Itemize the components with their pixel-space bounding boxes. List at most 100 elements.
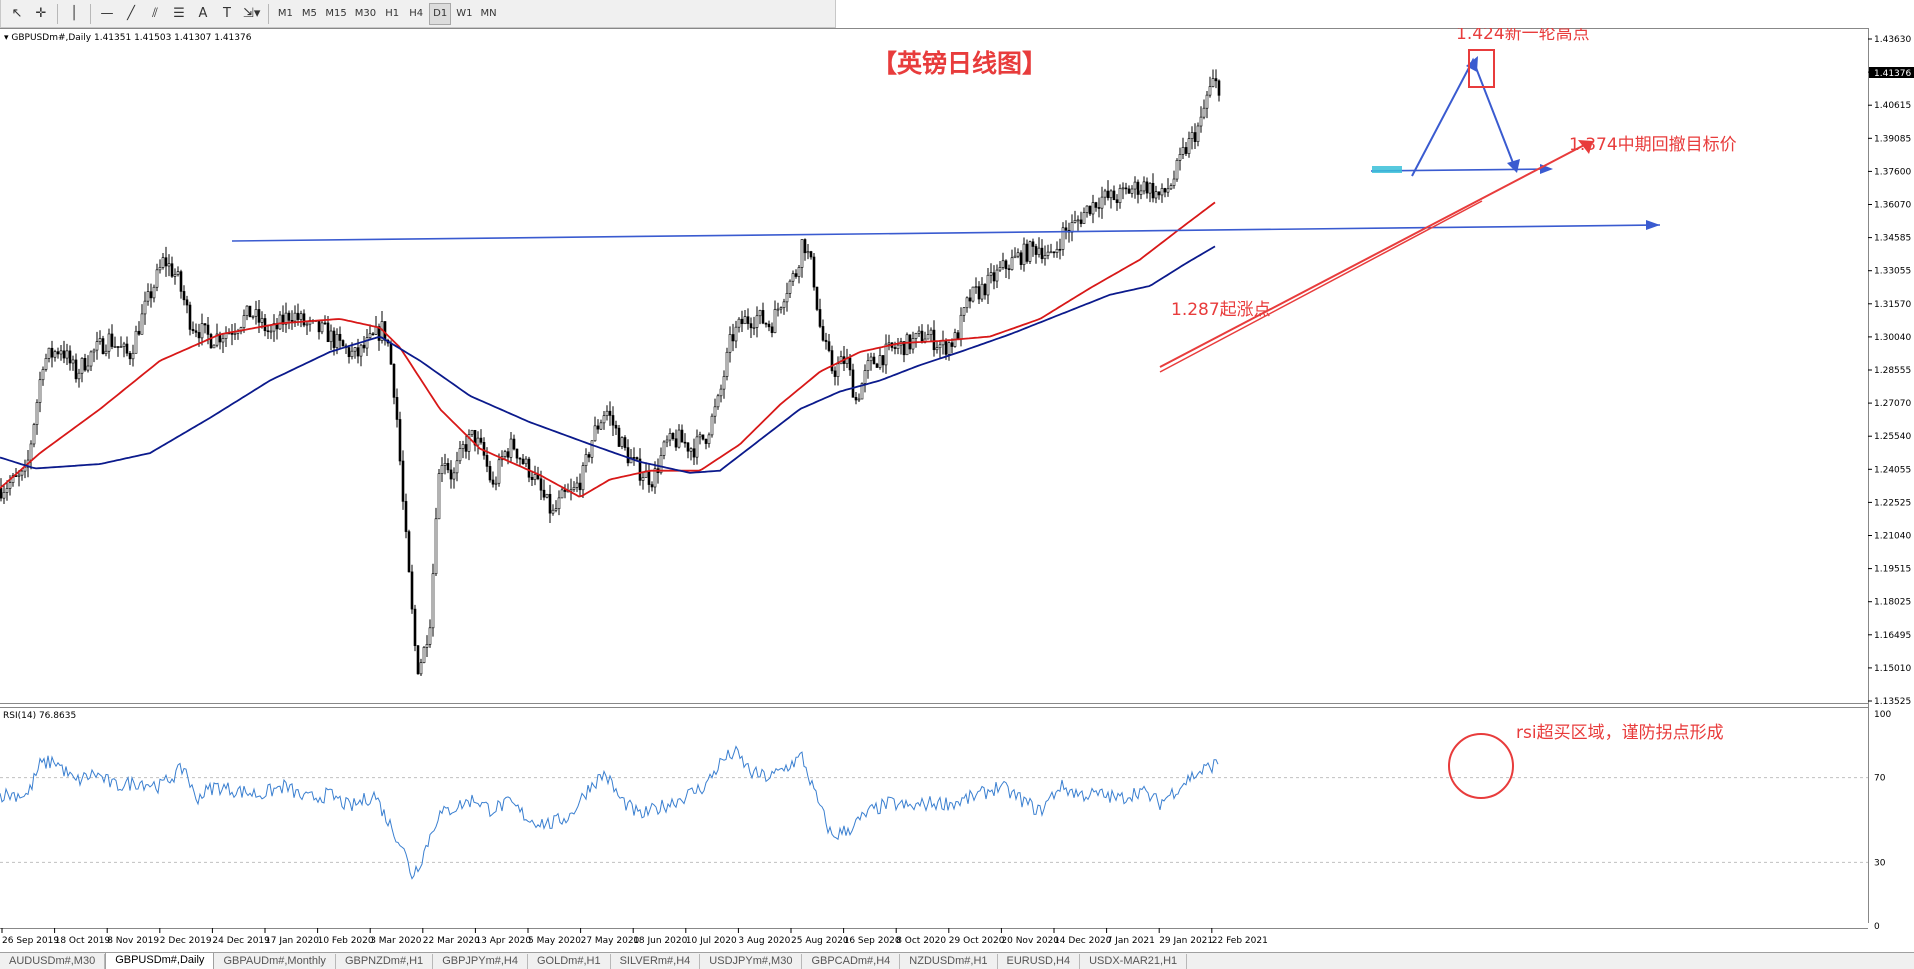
crosshair-icon[interactable]: ✛: [30, 3, 52, 25]
chart-tab[interactable]: GBPAUDm#,Monthly: [214, 954, 336, 969]
toolbar-separator: [268, 3, 270, 24]
time-tick-label: 18 Jun 2020: [633, 936, 687, 946]
timeframe-button-d1[interactable]: D1: [429, 2, 452, 25]
timeframe-button-m5[interactable]: M5: [298, 3, 320, 25]
channel-icon[interactable]: ⫽: [144, 3, 166, 25]
text-icon[interactable]: A: [192, 3, 214, 25]
candle: [416, 644, 420, 675]
drawing-toolbar: ↖ ✛ │ — ╱ ⫽ ☰ A T ⇲▾ M1 M5 M15 M30 H1 H4 D1 W1 MN: [0, 0, 836, 28]
chart-tab[interactable]: GBPNZDm#,H1: [336, 954, 434, 969]
time-tick-label: 22 Feb 2021: [1212, 936, 1268, 946]
consolidation-zone-box: [1372, 166, 1402, 173]
chart-tab[interactable]: AUDUSDm#,M30: [0, 954, 106, 969]
arrows-menu-icon[interactable]: ⇲▾: [240, 3, 263, 25]
time-tick-label: 7 Jan 2021: [1107, 936, 1155, 946]
chart-tab-bar: AUDUSDm#,M30 GBPUSDm#,Daily GBPAUDm#,Month…: [0, 952, 1914, 969]
chart-tab[interactable]: GOLDm#,H1: [528, 954, 611, 969]
time-tick-label: 2 Dec 2019: [160, 936, 212, 946]
time-tick-label: 8 Oct 2020: [896, 936, 946, 946]
price-tick-label: 1.13525: [1874, 697, 1911, 707]
time-tick-label: 18 Oct 2019: [55, 936, 111, 946]
time-tick-label: 10 Jul 2020: [686, 936, 737, 946]
timeframe-button-m15[interactable]: M15: [322, 3, 349, 25]
price-tick-label: 1.22525: [1874, 498, 1911, 508]
price-tick-label: 1.33055: [1874, 267, 1911, 277]
timeframe-button-w1[interactable]: W1: [453, 3, 475, 25]
rsi-label: RSI(14) 76.8635: [3, 711, 76, 721]
time-tick-label: 27 May 2020: [581, 936, 640, 946]
chart-title-annotation: 【英镑日线图】: [872, 49, 1047, 78]
candle: [410, 564, 414, 614]
price-tick-label: 1.36070: [1874, 201, 1911, 211]
price-tick-label: 1.34585: [1874, 234, 1911, 244]
candle: [725, 347, 729, 381]
price-tick-label: 1.31570: [1874, 300, 1911, 310]
timeframe-button-h1[interactable]: H1: [381, 3, 403, 25]
time-tick-label: 3 Mar 2020: [370, 936, 422, 946]
chart-tab[interactable]: USDJPYm#,M30: [700, 954, 803, 969]
target-price-annotation: 1.374中期回撤目标价: [1569, 135, 1737, 155]
rsi-level-label: 30: [1874, 858, 1886, 868]
fibonacci-icon[interactable]: ☰: [168, 3, 190, 25]
candle: [1175, 158, 1179, 182]
time-tick-label: 17 Jan 2020: [265, 936, 319, 946]
time-tick-label: 25 Aug 2020: [791, 936, 849, 946]
time-tick-label: 16 Sep 2020: [844, 936, 901, 946]
candle: [101, 335, 105, 355]
chart-tab[interactable]: GBPJPYm#,H4: [433, 954, 528, 969]
candle: [971, 286, 975, 303]
symbol-info-line: ▾ GBPUSDm#,Daily 1.41351 1.41503 1.41307…: [4, 33, 252, 43]
timeframe-button-h4[interactable]: H4: [405, 3, 427, 25]
candle: [398, 411, 402, 466]
rsi-level-label: 100: [1874, 710, 1891, 720]
chart-tab[interactable]: NZDUSDm#,H1: [900, 954, 998, 969]
candle: [209, 332, 213, 349]
chart-window[interactable]: 1.436301.421151.406151.390851.376001.360…: [0, 28, 1914, 952]
price-tick-label: 1.27070: [1874, 399, 1911, 409]
candle: [248, 305, 252, 318]
candle: [617, 424, 621, 447]
time-tick-label: 3 Aug 2020: [738, 936, 790, 946]
time-tick-label: 29 Jan 2021: [1159, 936, 1213, 946]
high-point-annotation: 1.424新一轮高点: [1456, 28, 1590, 44]
rsi-level-label: 70: [1874, 774, 1886, 784]
candle: [32, 422, 36, 448]
timeframe-button-m30[interactable]: M30: [352, 3, 379, 25]
timeframe-button-mn[interactable]: MN: [477, 3, 499, 25]
price-tick-label: 1.16495: [1874, 631, 1911, 641]
candle: [422, 646, 426, 664]
price-tick-label: 1.21040: [1874, 532, 1911, 542]
price-tick-label: 1.28555: [1874, 366, 1911, 376]
cursor-arrow-icon[interactable]: ↖: [6, 3, 28, 25]
candle: [413, 604, 417, 652]
time-tick-label: 20 Nov 2020: [1001, 936, 1059, 946]
chart-tab[interactable]: USDX-MAR21,H1: [1080, 954, 1188, 969]
chart-background: [0, 28, 1914, 952]
time-tick-label: 13 Apr 2020: [475, 936, 531, 946]
price-tick-label: 1.40615: [1874, 101, 1911, 111]
chart-tab[interactable]: SILVERm#,H4: [611, 954, 701, 969]
price-tick-label: 1.15010: [1874, 664, 1911, 674]
candle: [812, 252, 816, 291]
time-tick-label: 22 Mar 2020: [423, 936, 480, 946]
price-axis[interactable]: 1.436301.421151.406151.390851.376001.360…: [1868, 35, 1911, 707]
price-tick-label: 1.24055: [1874, 465, 1911, 475]
candle: [437, 468, 441, 520]
chart-tab[interactable]: EURUSD,H4: [998, 954, 1081, 969]
toolbar-separator: [57, 3, 58, 24]
horizontal-line-icon[interactable]: —: [96, 3, 118, 25]
current-price-tag: 1.41376: [1874, 69, 1911, 79]
text-label-icon[interactable]: T: [216, 3, 238, 25]
toolbar-separator: [90, 3, 91, 24]
timeframe-button-m1[interactable]: M1: [274, 3, 296, 25]
rsi-overbought-annotation: rsi超买区域，谨防拐点形成: [1516, 723, 1724, 743]
time-tick-label: 14 Dec 2020: [1054, 936, 1112, 946]
chart-tab[interactable]: GBPUSDm#,Daily: [105, 953, 215, 969]
chart-tab[interactable]: GBPCADm#,H4: [802, 954, 901, 969]
candle: [905, 332, 909, 356]
toolbar-blank-area: [836, 0, 1914, 29]
price-tick-label: 1.30040: [1874, 333, 1911, 343]
trendline-icon[interactable]: ╱: [120, 3, 142, 25]
time-tick-label: 26 Sep 2019: [2, 936, 59, 946]
vertical-line-icon[interactable]: │: [63, 3, 85, 25]
